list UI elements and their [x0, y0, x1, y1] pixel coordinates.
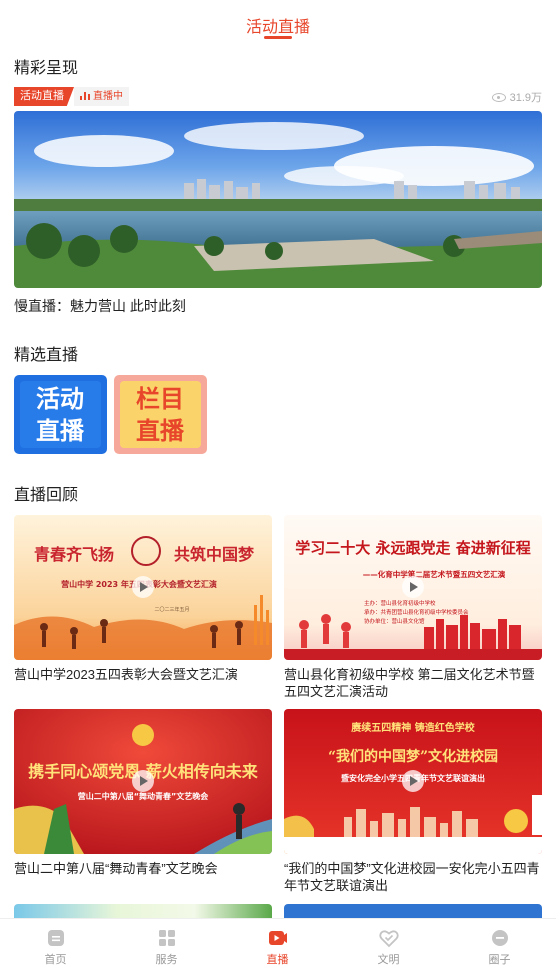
tab-services[interactable]: 服务 [111, 919, 222, 969]
tab-civilization-label: 文明 [377, 954, 400, 966]
banner-left-text: 青春齐飞扬 [34, 545, 114, 564]
top-bar: 活动直播 [0, 0, 556, 44]
banner-main-text: “我们的中国梦”文化进校园 [328, 748, 498, 765]
replay-section-title: 直播回顾 [14, 487, 79, 504]
program-live-tile[interactable]: 栏目 直播 [114, 375, 207, 454]
replay-title[interactable]: 营山县化育初级中学校 第二届文化艺术节暨五四文艺汇演活动 [284, 666, 542, 700]
featured-live-caption[interactable]: 慢直播：魅力营山 此时此刻 [14, 296, 186, 316]
replay-title[interactable]: “我们的中国梦”文化进校园一安化完小五四青年节文艺联谊演出 [284, 860, 542, 894]
tab-home-label: 首页 [44, 954, 67, 966]
featured-live-thumbnail[interactable] [14, 111, 542, 288]
play-icon[interactable] [402, 576, 424, 598]
tab-live[interactable]: 直播 [222, 919, 333, 969]
replay-card[interactable]: 携手同心颂党恩 薪火相传向未来 营山二中第八届“舞动青春”文艺晚会 营山二中第八… [14, 709, 272, 877]
featured-badge-row: 活动直播 直播中 31.9万 [14, 87, 542, 106]
selected-section-title: 精选直播 [14, 347, 79, 364]
page-title: 活动直播 [245, 19, 310, 36]
live-status-badge: 直播中 [74, 87, 129, 106]
banner-org2-text: 承办：共青团营山县化育初级中学校委员会 [364, 608, 469, 616]
tab-services-label: 服务 [155, 954, 178, 966]
video-play-icon [269, 931, 287, 945]
live-bars-icon [80, 92, 90, 100]
replay-card[interactable]: 赓续五四精神 铸造红色学校 “我们的中国梦”文化进校园 暨安化完全小学五四青年节… [284, 709, 542, 894]
replay-card[interactable]: 学习二十大 永远跟党走 奋进新征程 ——化育中学第二届艺术节暨五四文艺汇演 主办… [284, 515, 542, 700]
play-icon[interactable] [402, 770, 424, 792]
heart-check-icon [379, 930, 399, 948]
tab-home[interactable]: 首页 [0, 919, 111, 969]
banner-main-text: 学习二十大 永远跟党走 奋进新征程 [295, 539, 530, 557]
eye-icon [491, 93, 506, 102]
banner-date-text: 二〇二三年五月 [154, 606, 189, 613]
chat-bubble-icon [492, 930, 508, 946]
banner-org3-text: 协办单位：营山县文化馆 [364, 617, 425, 625]
replay-thumbnail[interactable]: 携手同心颂党恩 薪火相传向未来 营山二中第八届“舞动青春”文艺晚会 [14, 709, 272, 854]
banner-sub-text: ——化育中学第二届艺术节暨五四文艺汇演 [363, 569, 506, 579]
tile-program-line1: 栏目 [136, 385, 184, 413]
banner-top-text: 赓续五四精神 铸造红色学校 [351, 721, 475, 734]
tile-activity-line2: 直播 [36, 417, 85, 445]
view-count-value: 31.9万 [509, 92, 542, 104]
tab-circle[interactable]: 圈子 [444, 919, 555, 969]
grid-icon [159, 930, 175, 946]
tab-live-label: 直播 [266, 954, 289, 966]
replay-thumbnail[interactable]: 赓续五四精神 铸造红色学校 “我们的中国梦”文化进校园 暨安化完全小学五四青年节… [284, 709, 542, 854]
banner-org1-text: 主办：营山县化育初级中学校 [364, 599, 436, 607]
activity-live-badge: 活动直播 [14, 87, 74, 106]
bottom-tab-bar: 首页 服务 直播 文明 圈子 [0, 918, 556, 969]
home-icon [48, 930, 64, 946]
live-status-label: 直播中 [93, 91, 123, 102]
replay-title[interactable]: 营山二中第八届“舞动青春”文艺晚会 [14, 860, 272, 877]
title-underline [264, 36, 292, 39]
tile-activity-line1: 活动 [36, 385, 84, 413]
activity-live-tile[interactable]: 活动 直播 [14, 375, 107, 454]
banner-sub-text: 营山二中第八届“舞动青春”文艺晚会 [78, 791, 209, 801]
play-icon[interactable] [132, 576, 154, 598]
featured-section-title: 精彩呈现 [14, 60, 79, 77]
replay-thumbnail[interactable]: 青春齐飞扬 共筑中国梦 营山中学 2023 年五四表彰大会暨文艺汇演 二〇二三年… [14, 515, 272, 660]
replay-title[interactable]: 营山中学2023五四表彰大会暨文艺汇演 [14, 666, 272, 683]
play-icon[interactable] [132, 770, 154, 792]
tab-circle-label: 圈子 [488, 954, 511, 966]
tile-program-line2: 直播 [136, 417, 185, 445]
tab-civilization[interactable]: 文明 [333, 919, 444, 969]
city-lake-image [14, 111, 542, 288]
banner-right-text: 共筑中国梦 [174, 545, 255, 564]
view-count: 31.9万 [491, 89, 542, 105]
replay-card[interactable]: 青春齐飞扬 共筑中国梦 营山中学 2023 年五四表彰大会暨文艺汇演 二〇二三年… [14, 515, 272, 683]
replay-thumbnail[interactable]: 学习二十大 永远跟党走 奋进新征程 ——化育中学第二届艺术节暨五四文艺汇演 主办… [284, 515, 542, 660]
